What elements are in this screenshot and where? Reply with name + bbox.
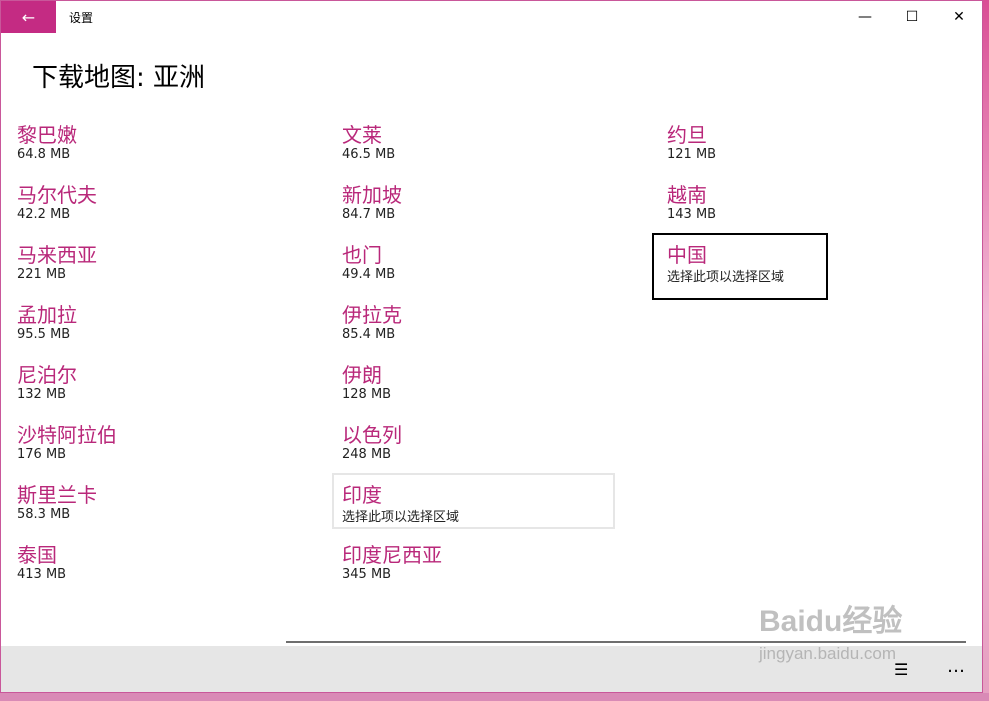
country-item-singapore[interactable]: 新加坡 84.7 MB <box>342 179 632 235</box>
settings-window: ← 设置 — ☐ ✕ 下载地图: 亚洲 黎巴嫩 64.8 MB 马尔代夫 42.… <box>0 0 983 693</box>
title-bar: ← 设置 — ☐ ✕ <box>1 1 982 33</box>
country-name: 伊拉克 <box>342 303 402 327</box>
window-title: 设置 <box>69 11 94 25</box>
country-name: 斯里兰卡 <box>17 483 97 507</box>
country-name: 尼泊尔 <box>17 363 77 387</box>
country-size: 64.8 MB <box>17 147 71 162</box>
country-name: 新加坡 <box>342 183 402 207</box>
country-size: 选择此项以选择区域 <box>342 510 460 525</box>
desktop-background-bottom <box>0 693 989 701</box>
maximize-button[interactable]: ☐ <box>889 1 935 33</box>
country-item-malaysia[interactable]: 马来西亚 221 MB <box>17 239 307 295</box>
page-title: 下载地图: 亚洲 <box>32 63 206 93</box>
country-name: 泰国 <box>17 543 57 567</box>
country-item-china[interactable]: 中国 选择此项以选择区域 <box>652 233 828 300</box>
country-name: 印度 <box>342 483 382 507</box>
country-name: 印度尼西亚 <box>342 543 442 567</box>
horizontal-scrollbar[interactable] <box>286 641 966 643</box>
country-item-india[interactable]: 印度 选择此项以选择区域 <box>332 473 615 529</box>
country-size: 132 MB <box>17 387 67 402</box>
country-name: 中国 <box>667 243 707 267</box>
list-icon: ☰ <box>894 660 909 679</box>
country-name: 约旦 <box>667 123 707 147</box>
minimize-icon: — <box>858 9 872 25</box>
country-item-sri-lanka[interactable]: 斯里兰卡 58.3 MB <box>17 479 307 535</box>
country-item-saudi-arabia[interactable]: 沙特阿拉伯 176 MB <box>17 419 307 475</box>
maximize-icon: ☐ <box>905 9 919 25</box>
country-size: 121 MB <box>667 147 717 162</box>
country-item-iran[interactable]: 伊朗 128 MB <box>342 359 632 415</box>
country-item-bangladesh[interactable]: 孟加拉 95.5 MB <box>17 299 307 355</box>
country-name: 马来西亚 <box>17 243 97 267</box>
country-name: 越南 <box>667 183 707 207</box>
country-item-maldives[interactable]: 马尔代夫 42.2 MB <box>17 179 307 235</box>
country-size: 85.4 MB <box>342 327 396 342</box>
country-size: 143 MB <box>667 207 717 222</box>
country-size: 248 MB <box>342 447 392 462</box>
country-name: 黎巴嫩 <box>17 123 77 147</box>
country-name: 伊朗 <box>342 363 382 387</box>
country-item-nepal[interactable]: 尼泊尔 132 MB <box>17 359 307 415</box>
minimize-button[interactable]: — <box>842 1 888 33</box>
country-name: 文莱 <box>342 123 382 147</box>
country-size: 选择此项以选择区域 <box>667 270 785 285</box>
desktop-background <box>983 0 989 701</box>
close-button[interactable]: ✕ <box>936 1 982 33</box>
country-size: 345 MB <box>342 567 392 582</box>
country-item-jordan[interactable]: 约旦 121 MB <box>667 119 957 175</box>
list-view-button[interactable]: ☰ <box>894 660 908 679</box>
country-name: 以色列 <box>342 423 402 447</box>
country-item-israel[interactable]: 以色列 248 MB <box>342 419 632 475</box>
watermark-logo: Baidu经验 <box>759 605 903 638</box>
country-item-iraq[interactable]: 伊拉克 85.4 MB <box>342 299 632 355</box>
country-size: 176 MB <box>17 447 67 462</box>
country-name: 沙特阿拉伯 <box>17 423 117 447</box>
country-name: 也门 <box>342 243 382 267</box>
country-item-lebanon[interactable]: 黎巴嫩 64.8 MB <box>17 119 307 175</box>
country-item-yemen[interactable]: 也门 49.4 MB <box>342 239 632 295</box>
country-name: 马尔代夫 <box>17 183 97 207</box>
country-size: 221 MB <box>17 267 67 282</box>
back-arrow-icon: ← <box>21 7 36 27</box>
close-icon: ✕ <box>953 9 965 25</box>
country-size: 49.4 MB <box>342 267 396 282</box>
back-button[interactable]: ← <box>1 1 56 33</box>
country-size: 95.5 MB <box>17 327 71 342</box>
command-bar <box>1 646 982 692</box>
country-item-thailand[interactable]: 泰国 413 MB <box>17 539 307 595</box>
country-size: 128 MB <box>342 387 392 402</box>
more-icon: … <box>947 656 965 677</box>
country-size: 84.7 MB <box>342 207 396 222</box>
country-item-vietnam[interactable]: 越南 143 MB <box>667 179 957 235</box>
country-size: 42.2 MB <box>17 207 71 222</box>
country-size: 413 MB <box>17 567 67 582</box>
country-item-brunei[interactable]: 文莱 46.5 MB <box>342 119 632 175</box>
country-item-indonesia[interactable]: 印度尼西亚 345 MB <box>342 539 632 595</box>
country-size: 46.5 MB <box>342 147 396 162</box>
country-size: 58.3 MB <box>17 507 71 522</box>
country-name: 孟加拉 <box>17 303 77 327</box>
more-options-button[interactable]: … <box>947 656 965 677</box>
